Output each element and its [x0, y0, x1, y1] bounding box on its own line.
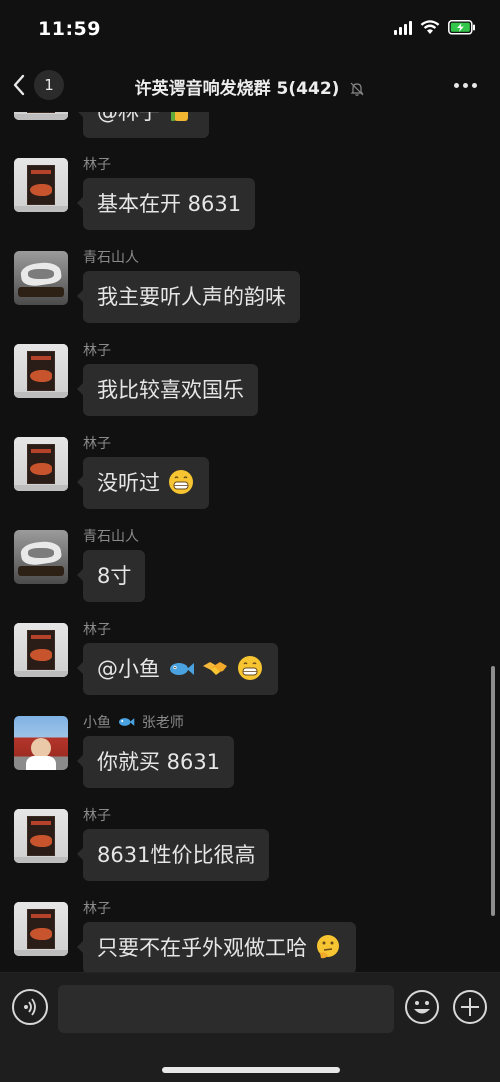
more-functions-button[interactable]: [452, 989, 488, 1025]
message-item: 青石山人 我主要听人声的韵味: [14, 250, 474, 323]
message-text: 我比较喜欢国乐: [97, 378, 244, 402]
sender-name: 林子: [83, 622, 111, 638]
avatar-linzi[interactable]: [14, 344, 68, 398]
emoji-button[interactable]: [404, 989, 440, 1025]
message-bubble[interactable]: 8寸: [76, 550, 146, 602]
message-item: @林子: [14, 112, 474, 138]
sender-name: 小鱼 张老师: [83, 712, 184, 732]
message-bubble[interactable]: 8631性价比很高: [76, 829, 270, 881]
battery-charging-icon: [448, 20, 475, 35]
more-icon-dot: [471, 82, 477, 88]
chat-title-text: 许英谔音响发烧群 5(442): [134, 79, 340, 99]
message-text: 8631性价比很高: [97, 843, 256, 867]
message-bubble[interactable]: 基本在开 8631: [76, 178, 256, 230]
message-text: 只要不在乎外观做工哈: [97, 936, 307, 960]
scrollbar[interactable]: [491, 666, 495, 916]
message-bubble[interactable]: 没听过: [77, 457, 209, 509]
emoji-icon: [405, 990, 439, 1024]
avatar-qingshishanren[interactable]: [14, 530, 68, 584]
sender-name: 青石山人: [83, 529, 139, 545]
thinking-emoji-icon: [316, 935, 339, 959]
cellular-signal-icon: [394, 20, 412, 35]
more-button[interactable]: [450, 70, 480, 100]
sender-name-text: 小鱼: [83, 715, 111, 731]
message-item: 林子 我比较喜欢国乐: [14, 343, 474, 416]
message-bubble[interactable]: 我主要听人声的韵味: [77, 271, 300, 323]
voice-button[interactable]: [12, 989, 48, 1025]
handshake-emoji-icon: [203, 662, 228, 675]
sender-name-suffix: 张老师: [141, 715, 184, 731]
message-item: 林子 只要不在乎外观做工哈: [14, 901, 474, 972]
sender-name: 林子: [83, 436, 111, 452]
sender-name: 林子: [83, 157, 111, 173]
mute-bell-icon: [350, 82, 364, 96]
message-item: 林子 基本在开 8631: [14, 157, 474, 230]
message-text: 没听过: [97, 471, 160, 495]
avatar-linzi[interactable]: [14, 623, 68, 677]
sender-name: 林子: [83, 901, 111, 917]
chat-screen: 11:59 1 许英谔音响发烧群 5(442) @林子 林子 基本在开 8631…: [0, 0, 500, 1082]
message-item: 林子 @小鱼: [14, 622, 474, 695]
message-text: 你就买 8631: [97, 750, 221, 774]
status-bar: 11:59: [0, 0, 500, 58]
message-list[interactable]: @林子 林子 基本在开 8631 青石山人 我主要听人声的韵味 林子 我比较喜欢…: [0, 112, 500, 972]
fish-emoji-icon: [169, 663, 194, 675]
status-icons: [394, 20, 476, 35]
message-text: 基本在开 8631: [97, 192, 242, 216]
message-bubble[interactable]: @林子: [77, 112, 209, 138]
plus-icon: [453, 990, 487, 1024]
avatar-linzi[interactable]: [14, 112, 68, 120]
avatar-linzi[interactable]: [14, 809, 68, 863]
status-time: 11:59: [38, 18, 101, 40]
avatar-linzi[interactable]: [14, 158, 68, 212]
message-text: @林子: [97, 112, 160, 124]
message-item: 林子 没听过: [14, 436, 474, 509]
home-indicator[interactable]: [162, 1067, 340, 1073]
message-item: 青石山人 8寸: [14, 529, 474, 602]
avatar-linzi[interactable]: [14, 437, 68, 491]
message-text: 8寸: [97, 564, 132, 588]
message-item: 林子 8631性价比很高: [14, 808, 474, 881]
message-text: 我主要听人声的韵味: [97, 285, 286, 309]
wifi-icon: [420, 20, 440, 34]
input-bar: [0, 972, 500, 1082]
message-bubble[interactable]: @小鱼: [76, 643, 279, 695]
chat-header: 1 许英谔音响发烧群 5(442): [0, 58, 500, 112]
fish-emoji-icon: [119, 718, 135, 726]
grin-emoji-icon: [238, 656, 263, 680]
message-bubble[interactable]: 你就买 8631: [76, 736, 235, 788]
message-bubble[interactable]: 我比较喜欢国乐: [77, 364, 258, 416]
message-bubble[interactable]: 只要不在乎外观做工哈: [77, 922, 356, 972]
avatar-linzi[interactable]: [14, 902, 68, 956]
message-input[interactable]: [58, 985, 394, 1033]
thumbs-up-emoji-icon: [170, 112, 188, 121]
message-text: @小鱼: [97, 657, 160, 681]
more-icon-dot: [462, 82, 468, 88]
sender-name: 林子: [83, 808, 111, 824]
avatar-xiaoyu[interactable]: [14, 716, 68, 770]
more-icon: [453, 82, 459, 88]
grin-emoji-icon: [168, 470, 193, 494]
sender-name: 林子: [83, 343, 111, 359]
voice-icon: [24, 998, 36, 1016]
avatar-qingshishanren[interactable]: [14, 251, 68, 305]
message-item: 小鱼 张老师 你就买 8631: [14, 715, 474, 788]
chat-title: 许英谔音响发烧群 5(442): [0, 74, 500, 99]
sender-name: 青石山人: [83, 250, 139, 266]
